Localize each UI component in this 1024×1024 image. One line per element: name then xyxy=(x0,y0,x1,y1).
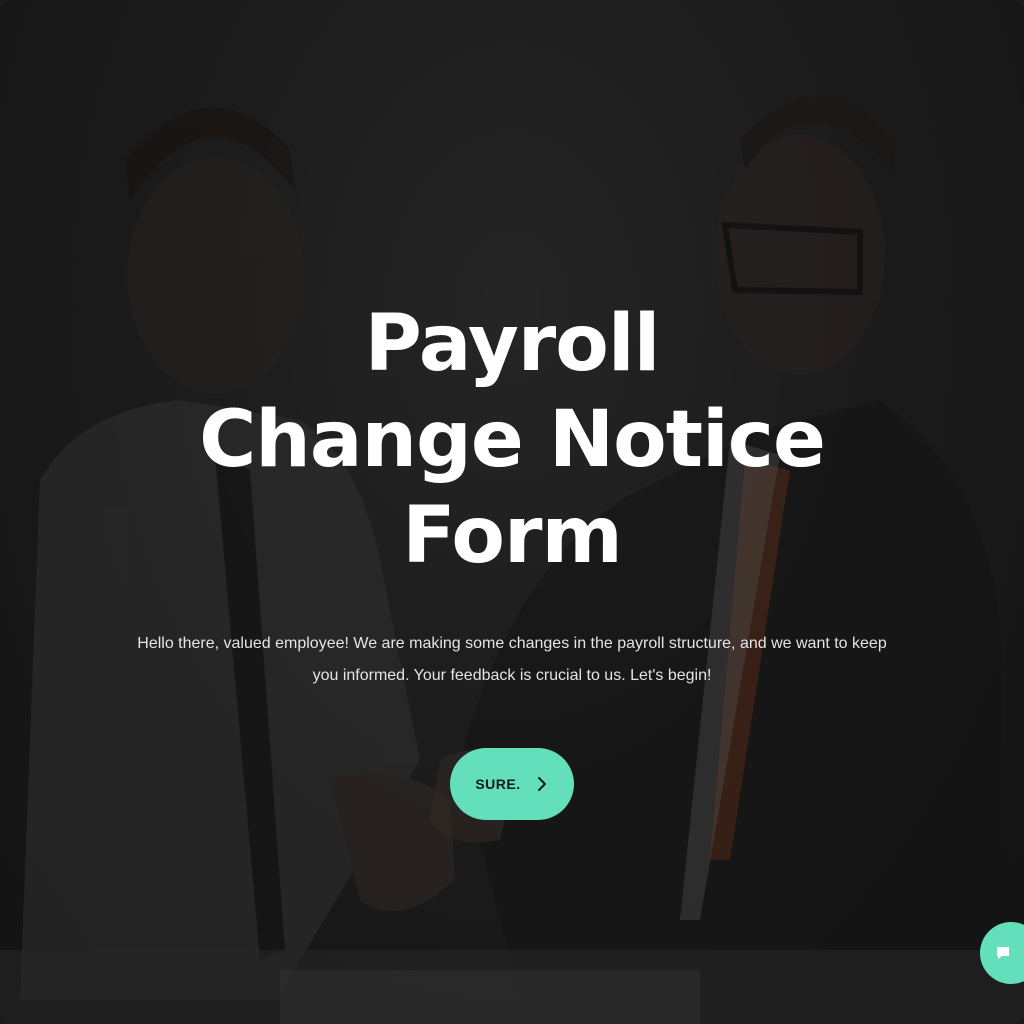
start-form-button-label: SURE. xyxy=(475,776,521,792)
welcome-description: Hello there, valued employee! We are mak… xyxy=(137,635,887,684)
page-title: Payroll Change Notice Form xyxy=(199,299,826,581)
chat-bubble-icon xyxy=(997,947,1009,959)
welcome-content: Payroll Change Notice Form Hello there, … xyxy=(0,0,1024,1024)
chevron-right-icon xyxy=(537,777,546,791)
form-welcome-screen: Payroll Change Notice Form Hello there, … xyxy=(0,0,1024,1024)
start-form-button[interactable]: SURE. xyxy=(450,748,574,820)
